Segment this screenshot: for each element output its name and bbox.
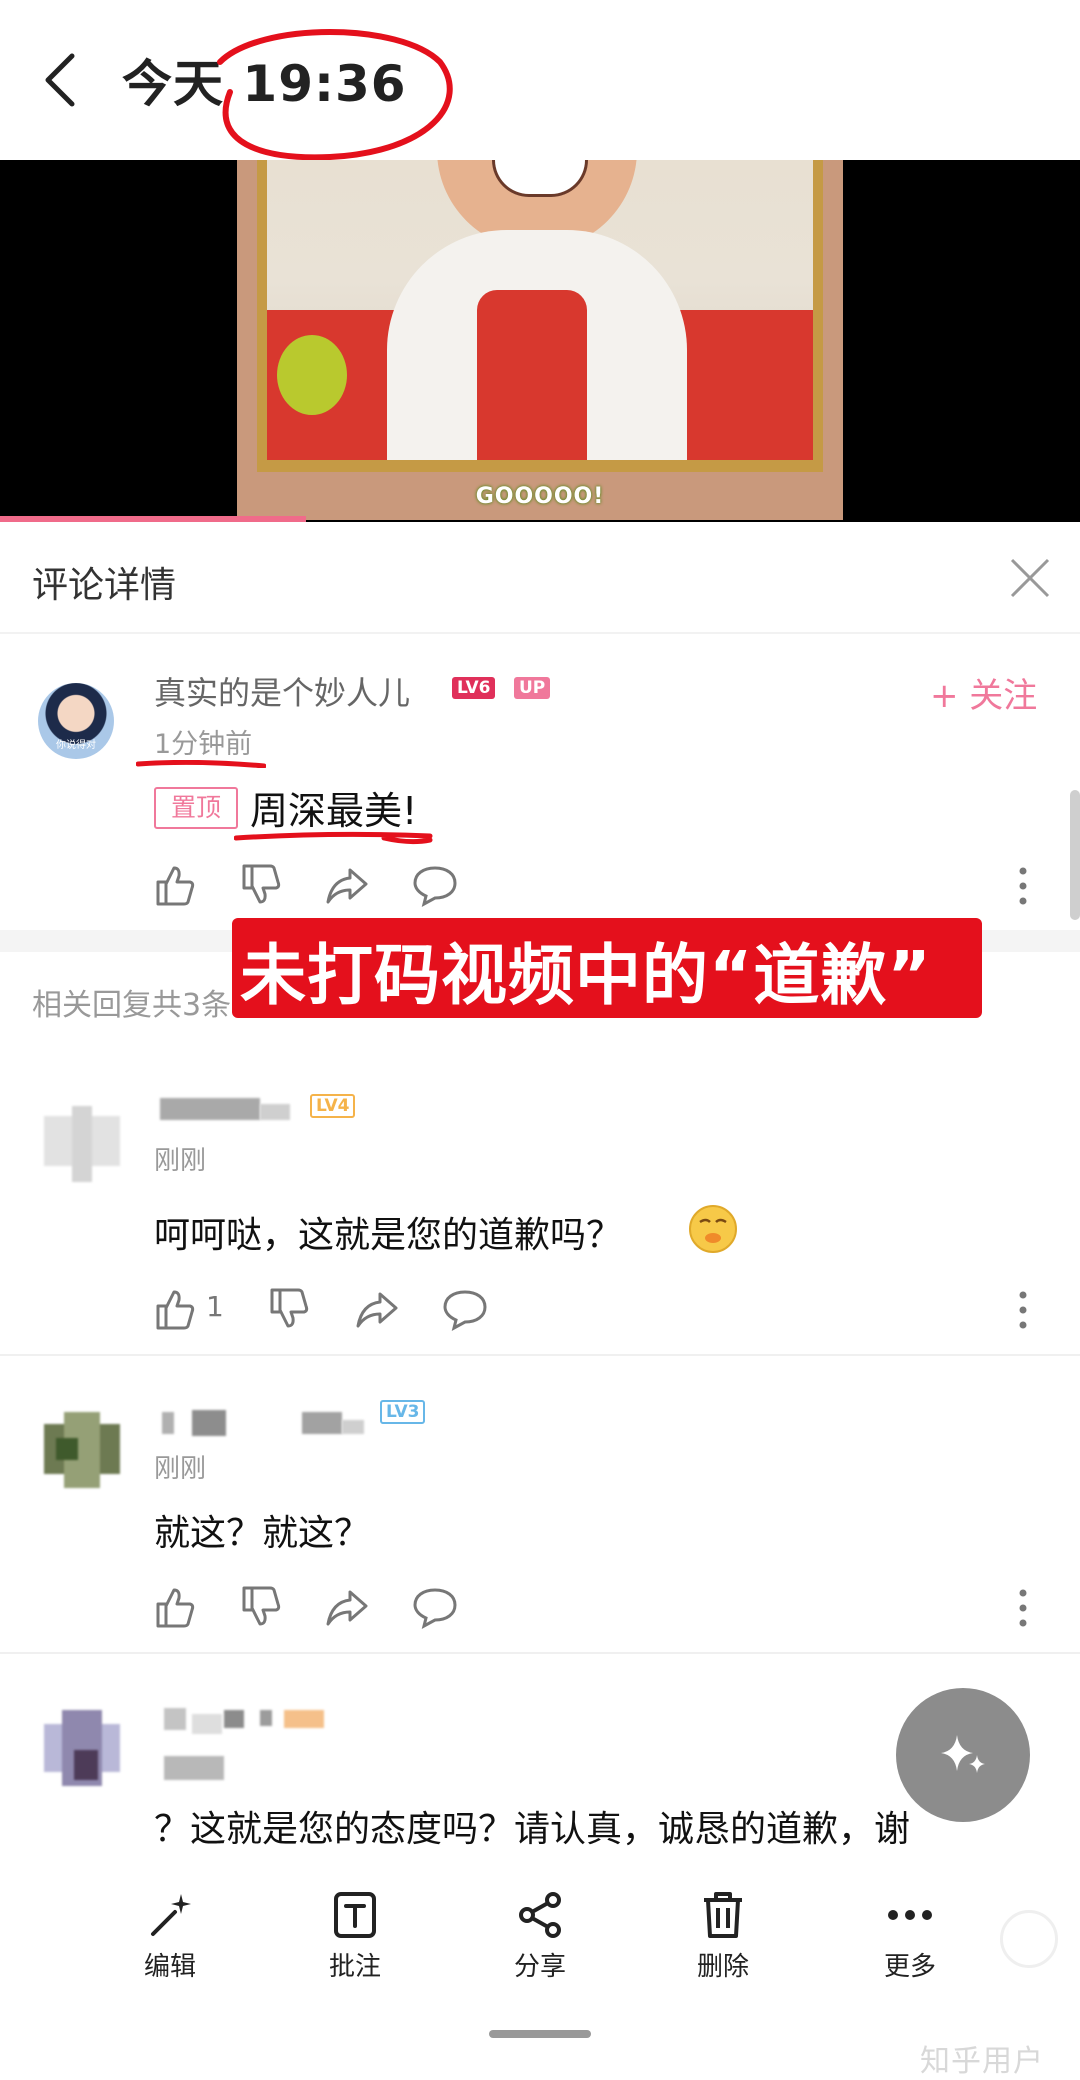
replies-count: 相关回复共3条 [32,988,232,1023]
comment-time: 1分钟前 [154,729,253,760]
avatar-caption: 你说得对 [56,740,96,751]
text-annotation-icon [334,1892,376,1938]
divider [0,632,1080,634]
ai-assist-button[interactable] [896,1688,1030,1822]
avatar[interactable] [44,1106,120,1182]
back-arrow-icon[interactable] [40,50,80,110]
like-count: 1 [206,1290,224,1323]
reply-icon[interactable] [442,1286,488,1332]
dislike-icon[interactable] [238,1584,284,1630]
like-icon[interactable] [152,1584,198,1630]
toolbar-label: 分享 [513,1952,566,1982]
more-vertical-icon[interactable] [1018,1290,1028,1330]
watermark-logo [1000,1910,1058,1968]
comment-text: 周深最美! [250,789,418,833]
avatar[interactable] [44,1710,120,1786]
avatar[interactable] [44,1412,120,1488]
follow-button[interactable]: + 关注 [930,668,1037,717]
level-badge: LV4 [310,1094,356,1118]
watermark: 知乎用户 [920,2044,1044,2079]
more-button[interactable]: 更多 [850,1890,970,1983]
red-undershirt [477,290,587,460]
annotation-banner-text: 未打码视频中的“道歉” [240,937,932,1014]
more-vertical-icon[interactable] [1018,1588,1028,1628]
toolbar-label: 批注 [328,1952,381,1982]
video-progress-bar[interactable] [0,516,306,522]
video-subtitle: GOOOOO! [475,484,605,509]
share-icon [519,1892,561,1938]
reply-text: 呵呵哒，这就是您的道歉吗？ [154,1215,623,1256]
green-ball [277,335,347,415]
red-underline-annotation [136,760,266,768]
more-vertical-icon[interactable] [1018,866,1028,906]
red-circle-annotation [217,29,453,161]
username-redacted [164,1702,344,1736]
comment-detail-title: 评论详情 [32,565,177,606]
username-redacted [162,1406,372,1440]
username-redacted [160,1094,290,1126]
magic-wand-icon [151,1894,191,1936]
share-icon[interactable] [324,862,370,908]
reply-icon[interactable] [412,1584,458,1630]
toolbar-label: 删除 [696,1952,749,1982]
reply-text: ？这就是您的态度吗？请认真，诚恳的道歉，谢 [154,1809,911,1850]
divider [0,1354,1080,1356]
like-icon[interactable] [152,862,198,908]
like-icon[interactable] [152,1286,198,1332]
annotate-button[interactable]: 批注 [295,1890,415,1983]
up-badge: UP [514,677,551,699]
avatar[interactable]: 你说得对 [38,683,114,759]
trash-icon [704,1892,742,1938]
share-button[interactable]: 分享 [480,1890,600,1983]
share-icon[interactable] [324,1584,370,1630]
close-icon[interactable] [1008,556,1052,600]
time-redacted [164,1752,224,1782]
home-indicator[interactable] [489,2030,591,2038]
toolbar-label: 更多 [883,1952,936,1982]
dislike-icon[interactable] [266,1286,312,1332]
scrollbar[interactable] [1070,790,1080,920]
reply-text: 就这？就这？ [154,1513,371,1554]
video-thumbnail [267,160,813,460]
more-dots-icon [888,1910,932,1920]
dislike-icon[interactable] [238,862,284,908]
delete-button[interactable]: 删除 [663,1890,783,1983]
edit-button[interactable]: 编辑 [110,1890,230,1983]
level-badge: LV6 [452,677,496,699]
reply-time: 刚刚 [154,1454,207,1484]
reply-icon[interactable] [412,862,458,908]
red-underline-annotation [234,831,433,845]
disdain-emoji-icon [689,1205,737,1253]
pinned-tag: 置顶 [154,787,238,829]
divider [0,1652,1080,1654]
share-icon[interactable] [354,1286,400,1332]
reply-time: 刚刚 [154,1146,207,1176]
toolbar-label: 编辑 [143,1952,196,1982]
level-badge: LV3 [380,1400,426,1424]
sparkle-icon [941,1735,985,1773]
username[interactable]: 真实的是个妙人儿 [154,668,410,714]
